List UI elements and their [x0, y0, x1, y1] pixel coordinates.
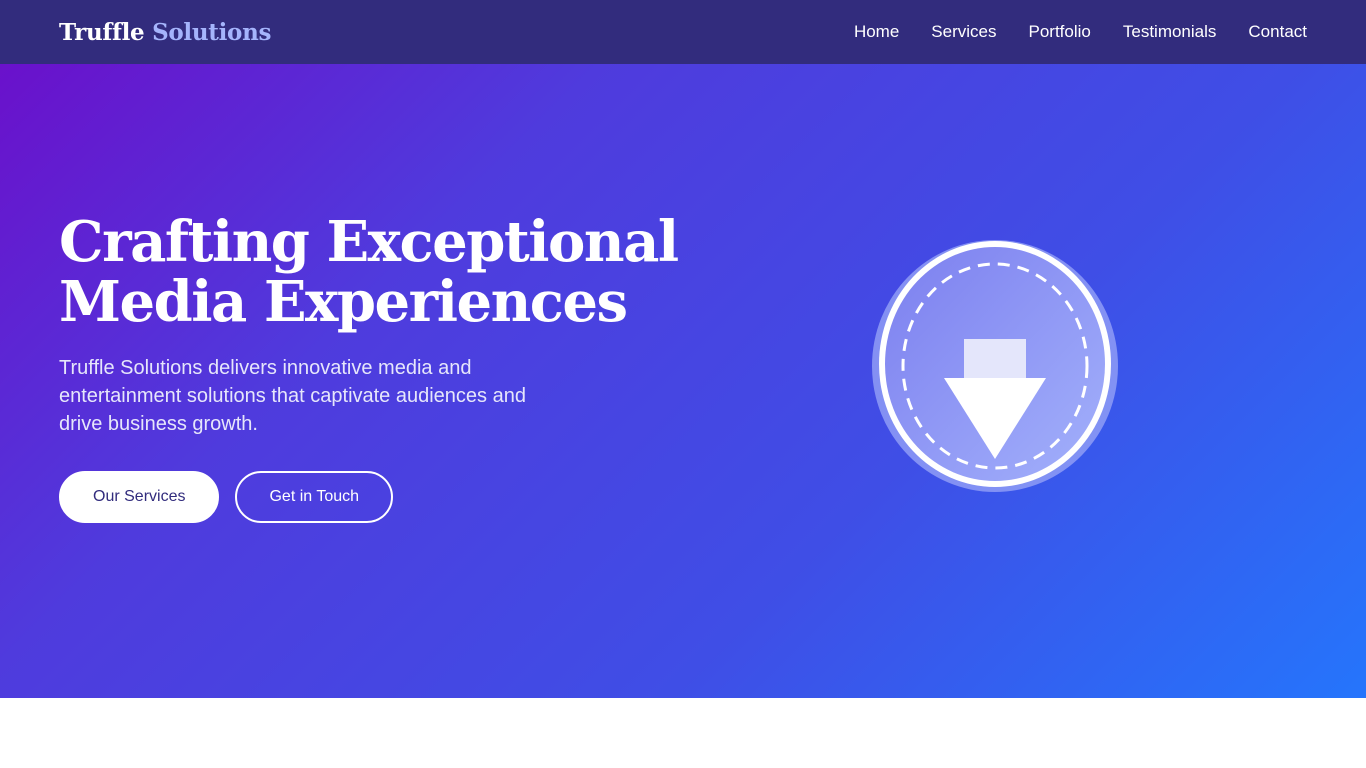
- play-down-triangle-icon: [872, 240, 1118, 492]
- cta-row: Our Services Get in Touch: [59, 471, 699, 523]
- next-section: [0, 698, 1366, 768]
- nav-links: Home Services Portfolio Testimonials Con…: [854, 22, 1307, 42]
- hero-section: Crafting Exceptional Media Experiences T…: [0, 64, 1366, 698]
- nav-link-testimonials[interactable]: Testimonials: [1123, 22, 1217, 42]
- hero-title-line-1: Crafting Exceptional: [59, 209, 679, 275]
- nav-link-contact[interactable]: Contact: [1248, 22, 1307, 42]
- hero-emblem: [868, 236, 1124, 496]
- hero-title: Crafting Exceptional Media Experiences: [59, 212, 699, 332]
- get-in-touch-button[interactable]: Get in Touch: [235, 471, 394, 523]
- nav-link-portfolio[interactable]: Portfolio: [1028, 22, 1090, 42]
- hero-title-line-2: Media Experiences: [59, 269, 628, 335]
- brand-logo[interactable]: Truffle Solutions: [59, 19, 271, 46]
- brand-name-main: Truffle: [59, 18, 145, 46]
- top-navbar: Truffle Solutions Home Services Portfoli…: [0, 0, 1366, 64]
- hero-text-block: Crafting Exceptional Media Experiences T…: [59, 212, 699, 523]
- nav-link-services[interactable]: Services: [931, 22, 996, 42]
- our-services-button[interactable]: Our Services: [59, 471, 220, 523]
- hero-subtitle: Truffle Solutions delivers innovative me…: [59, 357, 526, 435]
- nav-link-home[interactable]: Home: [854, 22, 899, 42]
- brand-name-accent: Solutions: [152, 18, 272, 46]
